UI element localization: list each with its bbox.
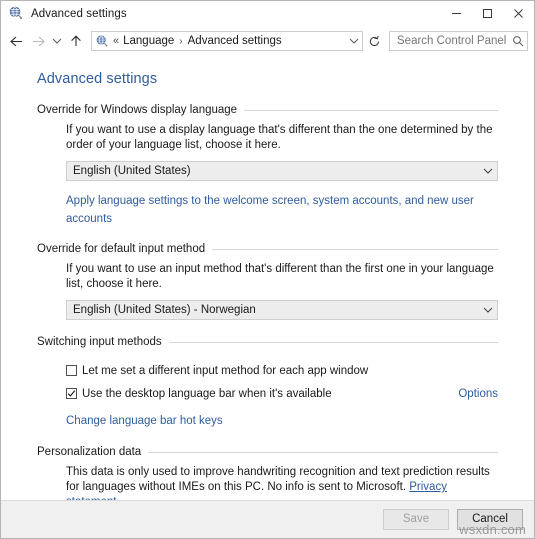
address-bar[interactable]: « Language › Advanced settings (91, 31, 363, 51)
minimize-icon (452, 13, 461, 14)
display-language-combobox[interactable]: English (United States) (66, 161, 498, 181)
minimize-button[interactable] (441, 1, 472, 26)
checkmark-icon (67, 390, 76, 397)
personalization-description: This data is only used to improve handwr… (66, 465, 498, 501)
group-body-switching: Let me set a different input method for … (37, 348, 498, 429)
group-input-method: Override for default input method If you… (37, 243, 498, 320)
display-language-description: If you want to use a display language th… (66, 124, 493, 151)
breadcrumb-item-advanced-settings[interactable]: Advanced settings (188, 35, 282, 47)
back-arrow-icon (9, 36, 22, 46)
apply-language-settings-link-wrap: Apply language settings to the welcome s… (66, 191, 498, 227)
checkbox-language-bar-wrap[interactable]: Use the desktop language bar when it's a… (66, 387, 332, 401)
command-bar: Save Cancel (1, 500, 534, 538)
group-body-input-method: If you want to use an input method that'… (37, 255, 498, 320)
checkbox-language-bar[interactable] (66, 388, 77, 399)
up-button[interactable] (65, 30, 87, 52)
search-icon[interactable] (509, 35, 527, 47)
cancel-button[interactable]: Cancel (457, 509, 523, 530)
input-method-description: If you want to use an input method that'… (66, 263, 494, 290)
group-header-switching: Switching input methods (37, 336, 498, 348)
breadcrumb-overflow-icon[interactable]: « (113, 35, 119, 47)
group-display-language: Override for Windows display language If… (37, 104, 498, 227)
close-icon (514, 9, 523, 18)
checkbox-per-app-input[interactable] (66, 365, 77, 376)
header-rule (212, 248, 498, 250)
page-title: Advanced settings (37, 71, 158, 87)
checkbox-row-language-bar: Use the desktop language bar when it's a… (66, 378, 498, 401)
language-control-panel-icon (9, 6, 23, 20)
hotkeys-link-wrap: Change language bar hot keys (66, 411, 498, 429)
group-header-display-language: Override for Windows display language (37, 104, 498, 116)
group-switching-input-methods: Switching input methods Let me set a dif… (37, 336, 498, 429)
breadcrumb-item-language[interactable]: Language (123, 35, 174, 47)
input-method-value: English (United States) - Norwegian (73, 304, 256, 316)
refresh-button[interactable] (364, 31, 384, 51)
group-header-label: Switching input methods (37, 336, 162, 348)
address-language-icon (96, 35, 108, 47)
chevron-down-icon (479, 167, 497, 175)
checkbox-language-bar-label: Use the desktop language bar when it's a… (82, 388, 332, 400)
recent-pages-button[interactable] (49, 30, 65, 52)
change-language-bar-hotkeys-link[interactable]: Change language bar hot keys (66, 415, 223, 427)
checkbox-per-app-input-label: Let me set a different input method for … (82, 365, 369, 377)
forward-arrow-icon (32, 36, 45, 46)
apply-language-settings-link[interactable]: Apply language settings to the welcome s… (66, 195, 474, 225)
chevron-down-icon (52, 38, 62, 44)
navigation-bar: « Language › Advanced settings (1, 27, 534, 55)
breadcrumb: « Language › Advanced settings (113, 35, 345, 47)
group-body-personalization: This data is only used to improve handwr… (37, 458, 498, 501)
window-controls (441, 1, 534, 26)
chevron-down-icon (349, 38, 358, 44)
group-header-label: Override for Windows display language (37, 104, 238, 116)
save-button[interactable]: Save (383, 509, 449, 530)
display-language-value: English (United States) (73, 165, 191, 177)
header-rule (148, 451, 498, 453)
language-bar-options-link[interactable]: Options (458, 388, 498, 400)
settings-content: Advanced settings Override for Windows d… (1, 55, 534, 501)
checkbox-row-per-app-input[interactable]: Let me set a different input method for … (66, 364, 498, 378)
refresh-icon (369, 35, 379, 46)
search-input[interactable] (390, 33, 509, 49)
maximize-button[interactable] (472, 1, 503, 26)
window-title: Advanced settings (31, 7, 127, 20)
chevron-down-icon (479, 306, 497, 314)
search-box[interactable] (389, 31, 528, 51)
title-bar: Advanced settings (1, 1, 534, 27)
group-header-label: Personalization data (37, 446, 142, 458)
breadcrumb-separator-icon: › (179, 35, 183, 47)
group-body-display-language: If you want to use a display language th… (37, 116, 498, 227)
back-button[interactable] (5, 30, 27, 52)
up-arrow-icon (71, 35, 81, 46)
group-header-label: Override for default input method (37, 243, 206, 255)
close-button[interactable] (503, 1, 534, 26)
address-dropdown-button[interactable] (345, 32, 362, 50)
header-rule (244, 109, 498, 111)
advanced-settings-window: Advanced settings « Language › Advanced … (0, 0, 535, 539)
input-method-combobox[interactable]: English (United States) - Norwegian (66, 300, 498, 320)
maximize-icon (483, 9, 492, 18)
group-personalization-data: Personalization data This data is only u… (37, 446, 498, 501)
forward-button[interactable] (27, 30, 49, 52)
group-header-personalization: Personalization data (37, 446, 498, 458)
group-header-input-method: Override for default input method (37, 243, 498, 255)
header-rule (168, 341, 498, 343)
